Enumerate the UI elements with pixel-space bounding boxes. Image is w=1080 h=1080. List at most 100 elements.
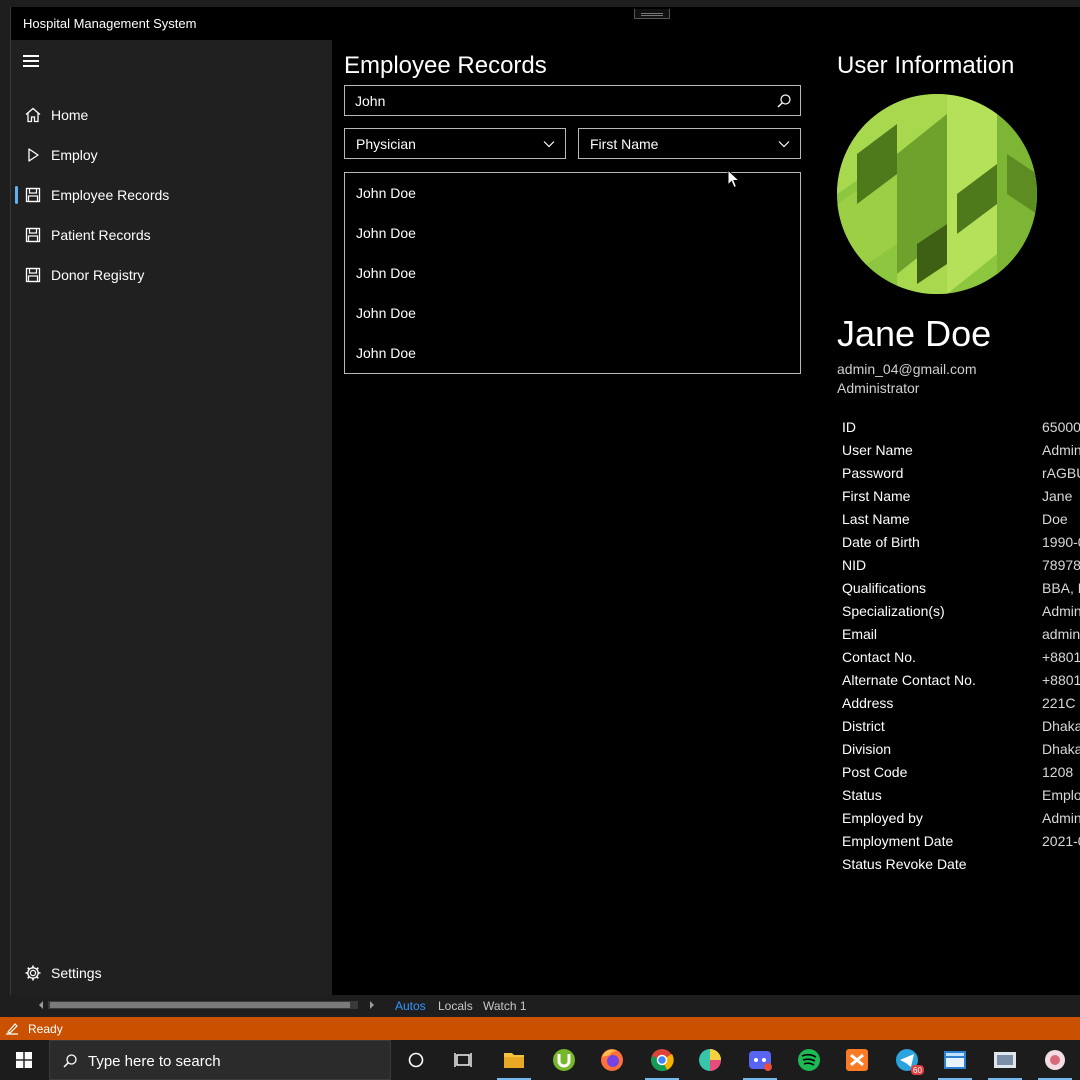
info-row-value: Admin	[1042, 810, 1080, 826]
user-email: admin_04@gmail.com	[837, 361, 977, 377]
chevron-down-icon	[543, 141, 555, 148]
info-row-label: Address	[842, 695, 894, 711]
list-item[interactable]: John Doe	[345, 293, 800, 333]
info-row: ID 65000	[842, 419, 1080, 439]
app-icon-2[interactable]	[1032, 1040, 1078, 1080]
scroll-left-icon[interactable]	[36, 1000, 46, 1010]
task-view-icon[interactable]	[440, 1040, 486, 1080]
utorrent-icon[interactable]	[541, 1040, 587, 1080]
info-row-label: Last Name	[842, 511, 910, 527]
info-row: Division Dhaka	[842, 741, 1080, 761]
info-row: Employment Date 2021-0	[842, 833, 1080, 853]
sidebar-item-donor-registry[interactable]: Donor Registry	[11, 256, 332, 294]
role-filter-dropdown[interactable]: Physician	[344, 128, 566, 159]
field-filter-value: First Name	[590, 136, 659, 152]
app-icon[interactable]	[982, 1040, 1028, 1080]
taskbar: Type here to search 60	[0, 1040, 1080, 1080]
tab-autos[interactable]: Autos	[395, 999, 426, 1013]
floppy-disk-icon	[25, 267, 41, 283]
info-row-value: Emplo	[1042, 787, 1080, 803]
info-row: User Name Admin	[842, 442, 1080, 462]
info-row-value: admin	[1042, 626, 1080, 642]
info-row-label: User Name	[842, 442, 913, 458]
sidebar-item-patient-records[interactable]: Patient Records	[11, 216, 332, 254]
status-text: Ready	[28, 1022, 63, 1036]
info-row-label: Post Code	[842, 764, 908, 780]
horizontal-scrollbar[interactable]	[36, 999, 381, 1011]
sidebar-item-label: Employee Records	[51, 187, 170, 203]
sidebar-item-employ[interactable]: Employ	[11, 136, 332, 174]
paint-icon[interactable]	[687, 1040, 733, 1080]
tab-watch[interactable]: Watch 1	[483, 999, 527, 1013]
info-row: Post Code 1208	[842, 764, 1080, 784]
info-row: Contact No. +8801	[842, 649, 1080, 669]
avatar	[837, 94, 1037, 294]
mouse-cursor-icon	[727, 169, 741, 189]
telegram-icon[interactable]: 60	[884, 1040, 930, 1080]
list-item[interactable]: John Doe	[345, 213, 800, 253]
start-button[interactable]	[0, 1040, 48, 1080]
info-row: Qualifications BBA, M	[842, 580, 1080, 600]
info-row-label: Date of Birth	[842, 534, 920, 550]
info-row-label: First Name	[842, 488, 911, 504]
title-bar[interactable]: Hospital Management System	[11, 7, 1080, 40]
search-input-value: John	[355, 93, 386, 109]
tab-locals[interactable]: Locals	[438, 999, 473, 1013]
user-full-name: Jane Doe	[837, 313, 992, 354]
xampp-icon[interactable]	[834, 1040, 880, 1080]
info-row-label: Contact No.	[842, 649, 916, 665]
sidebar-item-employee-records[interactable]: Employee Records	[11, 176, 332, 214]
discord-icon[interactable]	[737, 1040, 783, 1080]
info-row: Employed by Admin	[842, 810, 1080, 830]
scroll-right-icon[interactable]	[367, 1000, 377, 1010]
info-row: Status Revoke Date	[842, 856, 1080, 876]
info-row-label: NID	[842, 557, 867, 573]
info-row: Password rAGBU	[842, 465, 1080, 485]
info-row-value: Admin	[1042, 442, 1080, 458]
search-icon[interactable]	[776, 93, 792, 109]
info-row-label: Specialization(s)	[842, 603, 945, 619]
sidebar-item-label: Employ	[51, 147, 98, 163]
info-row-value: 78978	[1042, 557, 1080, 573]
file-explorer-icon[interactable]	[491, 1040, 537, 1080]
taskbar-search-box[interactable]: Type here to search	[49, 1040, 391, 1080]
title-grip-handle[interactable]	[634, 9, 670, 19]
list-item[interactable]: John Doe	[345, 333, 800, 373]
info-row-value: 65000	[1042, 419, 1080, 435]
sidebar-item-home[interactable]: Home	[11, 96, 332, 134]
employee-results-list: John Doe John Doe John Doe John Doe John…	[344, 172, 801, 374]
info-row-label: Alternate Contact No.	[842, 672, 976, 688]
home-icon	[25, 107, 41, 123]
info-row-value: 221C B	[1042, 695, 1080, 711]
user-role: Administrator	[837, 380, 920, 396]
sidebar-item-label: Patient Records	[51, 227, 151, 243]
visual-studio-icon[interactable]	[932, 1040, 978, 1080]
firefox-icon[interactable]	[589, 1040, 635, 1080]
cortana-icon[interactable]	[393, 1040, 439, 1080]
spotify-icon[interactable]	[786, 1040, 832, 1080]
play-icon	[28, 148, 39, 162]
list-item-label: John Doe	[356, 185, 416, 201]
info-row-value: Doe	[1042, 511, 1068, 527]
windows-logo-icon	[16, 1052, 32, 1068]
info-row-value: Admin	[1042, 603, 1080, 619]
search-input[interactable]: John	[344, 85, 801, 116]
list-item-label: John Doe	[356, 225, 416, 241]
info-row-value: 1990-0	[1042, 534, 1080, 550]
main-content: Employee Records John Physician First Na…	[332, 40, 1080, 995]
list-item[interactable]: John Doe	[345, 253, 800, 293]
info-row: Status Emplo	[842, 787, 1080, 807]
field-filter-dropdown[interactable]: First Name	[578, 128, 801, 159]
list-item-label: John Doe	[356, 265, 416, 281]
info-row-label: Employment Date	[842, 833, 954, 849]
info-row-label: Division	[842, 741, 892, 757]
info-row: Last Name Doe	[842, 511, 1080, 531]
info-row-value: +8801	[1042, 649, 1080, 665]
chrome-icon[interactable]	[639, 1040, 685, 1080]
status-bar: Ready	[0, 1017, 1080, 1040]
sidebar-item-settings[interactable]: Settings	[11, 954, 332, 992]
floppy-disk-icon	[25, 187, 41, 203]
info-row-value: Jane	[1042, 488, 1073, 504]
hamburger-menu-icon[interactable]	[23, 54, 41, 68]
info-row: NID 78978	[842, 557, 1080, 577]
